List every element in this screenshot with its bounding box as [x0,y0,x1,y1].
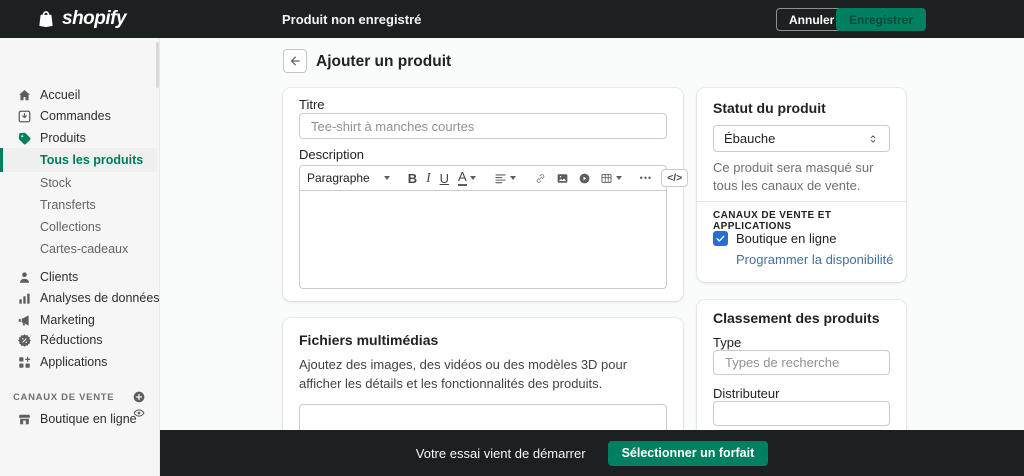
orders-icon [17,109,32,124]
italic-button[interactable]: I [426,170,431,186]
insert-image-button[interactable] [556,172,569,185]
code-view-button[interactable]: </> [661,169,688,187]
save-button[interactable]: Enregistrer [836,8,926,31]
select-plan-button[interactable]: Sélectionner un forfait [608,441,769,466]
sidebar-subitem-stock[interactable]: Stock [0,172,160,194]
customers-icon [17,270,32,285]
sidebar-item-label: Boutique en ligne [40,412,137,426]
sidebar-item-label: Accueil [40,88,80,102]
description-label: Description [299,147,364,162]
add-channel-icon[interactable] [132,390,146,404]
chevron-down-icon [384,176,390,180]
discount-icon [17,333,32,348]
tag-icon [17,131,32,146]
description-editor-area[interactable] [299,190,667,289]
trial-bar: Votre essai vient de démarrer Sélectionn… [160,430,1024,476]
chevron-down-icon [616,176,622,180]
back-button[interactable] [283,49,307,73]
sidebar-subitem-transferts[interactable]: Transferts [0,194,160,216]
megaphone-icon [17,313,32,328]
sidebar-item-label: Commandes [40,109,111,123]
sidebar: Accueil Commandes Produits Tous les prod… [0,38,160,476]
topbar-title: Produit non enregistré [282,0,421,38]
sidebar-item-label: Réductions [40,333,103,347]
sidebar-item-marketing[interactable]: Marketing [0,309,160,331]
status-help-text: Ce produit sera masqué sur tous les cana… [713,159,893,194]
product-status-card: Statut du produit Ébauche Ce produit ser… [697,88,906,282]
sidebar-subitem-label: Transferts [40,198,96,212]
insert-video-button[interactable] [578,172,591,185]
sidebar-item-reductions[interactable]: Réductions [0,329,160,351]
online-store-checkbox-row[interactable]: Boutique en ligne [713,231,836,246]
shopify-bag-icon [36,9,56,29]
underline-button[interactable]: U [440,171,449,186]
online-store-checkbox[interactable] [713,231,728,246]
sidebar-item-commandes[interactable]: Commandes [0,105,160,127]
sidebar-subitem-label: Tous les produits [40,153,143,167]
card-divider [697,201,906,202]
chevron-down-icon [470,176,476,180]
more-options-button[interactable]: ••• [640,173,652,183]
topbar: shopify Produit non enregistré Annuler E… [0,0,1024,38]
sidebar-item-clients[interactable]: Clients [0,266,160,288]
media-card-description: Ajoutez des images, des vidéos ou des mo… [299,356,667,394]
text-color-button[interactable]: A [458,170,476,186]
shopify-wordmark: shopify [62,8,126,30]
sales-channels-header: Canaux de vente [13,392,114,403]
link-button[interactable] [534,172,547,185]
sidebar-item-label: Clients [40,270,78,284]
title-label: Titre [299,97,325,112]
sidebar-item-produits[interactable]: Produits [0,127,160,149]
vendor-input[interactable] [713,401,890,426]
alignment-button[interactable] [494,172,516,185]
channels-apps-header: CANAUX DE VENTE ET APPLICATIONS [713,210,906,232]
shopify-admin-window: shopify Produit non enregistré Annuler E… [0,0,1024,476]
status-select[interactable]: Ébauche [713,125,890,152]
page-title: Ajouter un produit [316,53,451,71]
type-label: Type [713,335,741,350]
sidebar-item-applications[interactable]: Applications [0,351,160,373]
eye-icon[interactable] [132,406,146,420]
chevron-down-icon [510,176,516,180]
sidebar-item-analyses[interactable]: Analyses de données [0,287,160,309]
sidebar-subitem-label: Collections [40,220,101,234]
type-input[interactable] [713,350,890,375]
apps-icon [17,355,32,370]
bar-chart-icon [17,291,32,306]
media-card-title: Fichiers multimédias [299,332,438,348]
paragraph-style-dropdown[interactable]: Paragraphe [307,171,390,185]
select-updown-icon [867,133,879,145]
title-input[interactable] [299,113,667,139]
online-store-label: Boutique en ligne [736,231,836,246]
sidebar-item-accueil[interactable]: Accueil [0,84,160,106]
product-details-card: Titre Description Paragraphe B I U A [283,88,683,301]
shopify-logo[interactable]: shopify [36,0,126,38]
trial-message: Votre essai vient de démarrer [416,446,586,461]
arrow-left-icon [288,54,302,68]
sidebar-item-label: Produits [40,131,86,145]
status-card-title: Statut du produit [713,100,826,116]
insert-table-button[interactable] [600,172,622,185]
sidebar-subitem-tous-les-produits[interactable]: Tous les produits [0,148,157,172]
sidebar-item-label: Applications [40,355,107,369]
rich-text-toolbar: Paragraphe B I U A [299,165,667,191]
bold-button[interactable]: B [408,171,417,186]
sidebar-subitem-collections[interactable]: Collections [0,216,160,238]
status-select-value: Ébauche [724,131,775,146]
sidebar-item-label: Analyses de données [40,291,160,305]
org-card-title: Classement des produits [713,310,880,326]
sidebar-subitem-label: Stock [40,176,71,190]
sidebar-subitem-cartes-cadeaux[interactable]: Cartes-cadeaux [0,238,160,260]
storefront-icon [17,412,32,427]
home-icon [17,88,32,103]
sidebar-item-label: Marketing [40,313,95,327]
sidebar-scrollbar[interactable] [156,42,159,88]
vendor-label: Distributeur [713,386,779,401]
sidebar-subitem-label: Cartes-cadeaux [40,242,128,256]
schedule-availability-link[interactable]: Programmer la disponibilité [736,252,894,267]
